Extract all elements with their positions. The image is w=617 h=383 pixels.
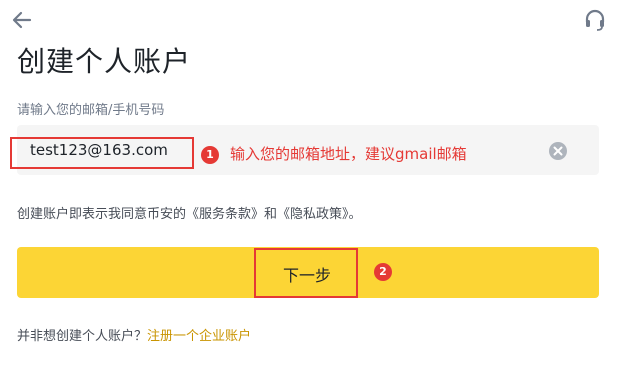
business-prompt-text: 并非想创建个人账户？ — [17, 329, 148, 344]
back-arrow-icon[interactable] — [10, 8, 34, 32]
terms-notice: 创建账户即表示我同意币安的《服务条款》和《隐私政策》。 — [17, 207, 362, 222]
business-account-link[interactable]: 注册一个企业账户 — [147, 329, 251, 344]
next-highlight-box — [254, 248, 358, 298]
headset-icon[interactable] — [583, 8, 607, 32]
clear-input-icon[interactable] — [548, 141, 568, 161]
email-hint-annotation: 输入您的邮箱地址，建议gmail邮箱 — [230, 145, 467, 163]
email-field-label: 请输入您的邮箱/手机号码 — [17, 103, 165, 118]
input-highlight-box — [10, 137, 194, 169]
step-2-badge: 2 — [374, 263, 392, 281]
page-title: 创建个人账户 — [17, 45, 192, 78]
business-account-prompt: 并非想创建个人账户？注册一个企业账户 — [17, 325, 251, 344]
step-1-badge: 1 — [201, 146, 219, 164]
